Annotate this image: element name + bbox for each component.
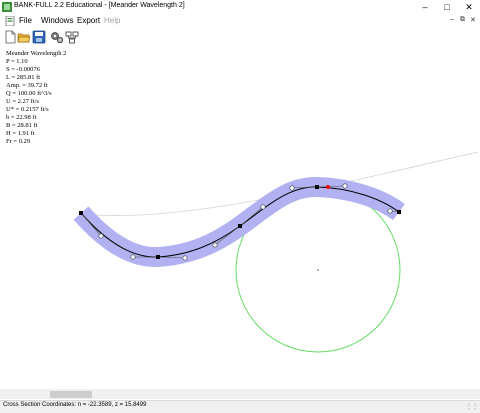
info-line: Q = 100.00 ft^3/s [6, 90, 52, 97]
info-line: U* = 0.2157 ft/s [6, 106, 49, 113]
menu-help[interactable]: Help [104, 16, 120, 25]
document-icon[interactable] [5, 16, 15, 26]
gears-icon[interactable] [50, 30, 64, 44]
info-title: Meander Wavelength 2 [6, 50, 67, 57]
vertex-point[interactable] [156, 255, 160, 259]
info-line: b = 22.98 ft [6, 114, 37, 121]
app-icon [2, 2, 12, 12]
cross-section-marker[interactable] [326, 185, 330, 189]
info-line: P = 1.10 [6, 58, 28, 65]
mdi-close-icon: ✕ [470, 17, 476, 24]
control-handle[interactable] [98, 233, 104, 239]
minimize-button[interactable]: – [414, 0, 436, 14]
control-handle[interactable] [289, 185, 295, 191]
info-line: Amp. = 39.72 ft [6, 82, 48, 89]
info-line: H = 1.91 ft [6, 130, 35, 137]
meander-plot[interactable] [0, 46, 480, 388]
scrollbar-thumb[interactable] [50, 391, 92, 398]
maximize-icon: □ [444, 2, 450, 12]
info-line: U = 2.27 ft/s [6, 98, 39, 105]
open-folder-icon[interactable] [17, 30, 31, 44]
control-handle[interactable] [342, 183, 348, 189]
network-icon[interactable] [65, 30, 79, 44]
vertex-point[interactable] [315, 185, 319, 189]
control-handle[interactable] [260, 204, 266, 210]
close-button[interactable]: ✕ [458, 0, 480, 14]
menu-export[interactable]: Export [77, 16, 100, 25]
vertex-point[interactable] [397, 210, 401, 214]
status-text: Cross Section Coordinates: n = -22.3589,… [3, 402, 147, 408]
mdi-minimize-button[interactable]: – [450, 16, 454, 23]
maximize-button[interactable]: □ [436, 0, 458, 14]
minimize-icon: – [422, 2, 428, 12]
control-handle[interactable] [387, 208, 393, 214]
channel-band [73, 177, 405, 268]
resize-grip-icon[interactable]: ⋮⋮ [466, 403, 478, 410]
save-disk-icon[interactable] [32, 30, 46, 44]
info-line: L = 285.81 ft [6, 74, 41, 81]
control-handle[interactable] [182, 255, 188, 261]
title-bar: BANK-FULL 2.2 Educational - [Meander Wav… [0, 0, 480, 15]
menu-windows[interactable]: Windows [41, 16, 73, 25]
mdi-close-button[interactable]: ✕ [470, 16, 476, 24]
control-handle[interactable] [130, 254, 136, 260]
parameter-panel: Meander Wavelength 2 P = 1.10 S = -0.000… [6, 50, 66, 146]
vertex-point[interactable] [238, 224, 242, 228]
new-document-icon[interactable] [3, 30, 17, 44]
info-line: Fr = 0.29 [6, 138, 31, 145]
mdi-restore-button[interactable]: ⧉ [460, 16, 465, 24]
mdi-restore-icon: ⧉ [460, 16, 465, 23]
drawing-canvas[interactable] [0, 46, 480, 388]
window-title: BANK-FULL 2.2 Educational - [Meander Wav… [14, 2, 185, 9]
info-line: S = -0.00076 [6, 66, 40, 73]
vertex-point[interactable] [79, 211, 83, 215]
close-icon: ✕ [465, 1, 473, 12]
menu-file[interactable]: File [19, 16, 32, 25]
info-line: B = 28.81 ft [6, 122, 38, 129]
mdi-minimize-icon: – [450, 16, 454, 23]
circle-center [317, 269, 319, 271]
control-handle[interactable] [212, 242, 218, 248]
